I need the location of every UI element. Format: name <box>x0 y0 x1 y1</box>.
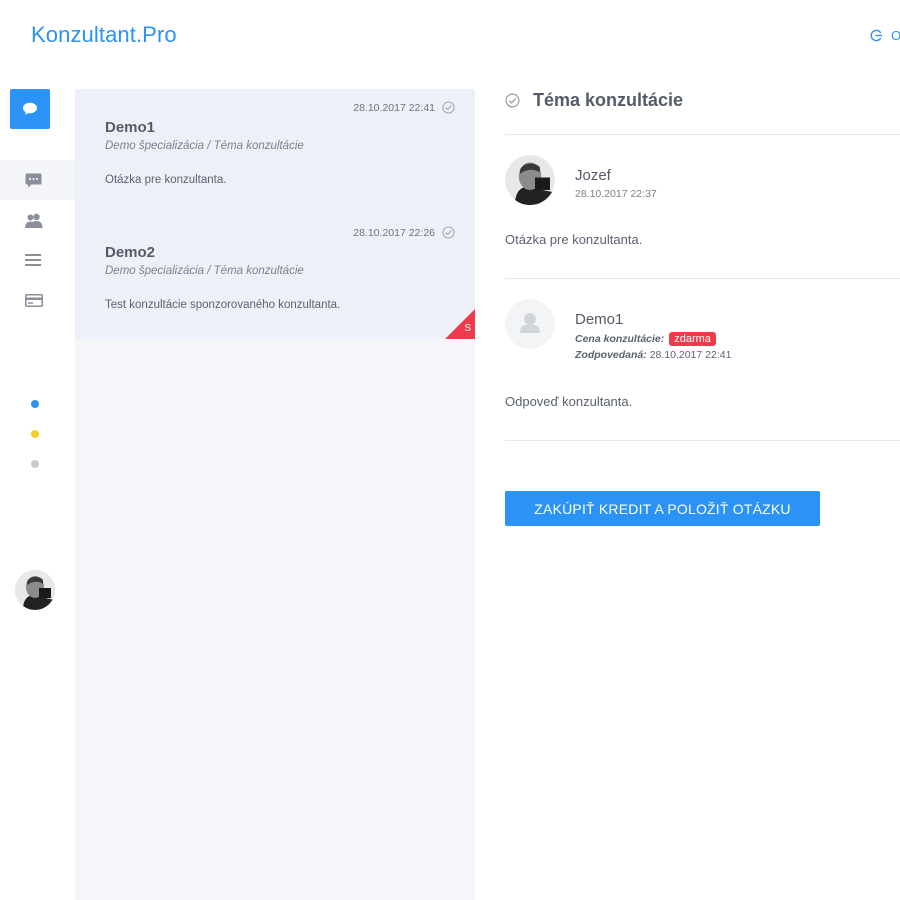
check-circle-icon <box>442 226 455 239</box>
conversation-title: Demo1 <box>105 119 156 136</box>
buy-credit-ask-button[interactable]: ZAKÚPIŤ KREDIT A POLOŽIŤ OTÁZKU <box>505 491 820 526</box>
logout-button[interactable]: Odhlásiť <box>870 27 900 43</box>
status-dot-blue <box>31 400 39 408</box>
author-photo-icon <box>505 155 555 205</box>
brand-logo[interactable]: Konzultant.Pro <box>31 22 177 48</box>
conversation-datetime: 28.10.2017 22:41 <box>353 102 435 114</box>
menu-list-icon <box>25 254 41 266</box>
topic-title: Téma konzultácie <box>533 90 684 110</box>
answered-datetime: 28.10.2017 22:41 <box>649 349 732 361</box>
divider <box>505 134 900 135</box>
new-chat-button[interactable] <box>10 89 50 129</box>
conversation-item-demo2[interactable]: 28.10.2017 22:26 Demo2 Demo špecializáci… <box>75 214 475 339</box>
conversation-title: Demo2 <box>105 244 156 261</box>
status-dot-gray <box>31 460 39 468</box>
conversation-subtitle: Demo špecializácia / Téma konzultácie <box>105 265 304 277</box>
conversation-item-demo1[interactable]: 28.10.2017 22:41 Demo1 Demo špecializáci… <box>75 89 475 214</box>
conversation-excerpt: Test konzultácie sponzorovaného konzulta… <box>105 299 341 311</box>
price-badge: zdarma <box>669 332 716 346</box>
answer-price-row: Cena konzultácie: zdarma <box>575 332 716 346</box>
logout-icon <box>870 29 883 41</box>
conversation-list: 28.10.2017 22:41 Demo1 Demo špecializáci… <box>75 89 475 900</box>
check-circle-icon <box>442 101 455 114</box>
divider <box>505 440 900 441</box>
question-text: Otázka pre konzultanta. <box>505 232 643 247</box>
answer-author-avatar <box>505 299 555 349</box>
logout-label: Odhlásiť <box>891 27 900 43</box>
conversation-subtitle: Demo špecializácia / Téma konzultácie <box>105 140 304 152</box>
sidebar-item-menu[interactable] <box>0 240 75 280</box>
credit-card-icon <box>25 293 43 307</box>
conversation-datetime: 28.10.2017 22:26 <box>353 227 435 239</box>
answer-author-name: Demo1 <box>575 311 624 328</box>
users-icon <box>25 213 43 228</box>
user-photo-icon <box>15 570 55 610</box>
question-author-avatar <box>505 155 555 205</box>
conversation-detail: Téma konzultácie Jozef 28.10.2017 22:37 … <box>475 70 900 900</box>
price-label: Cena konzultácie: <box>575 333 665 345</box>
answered-label: Zodpovedaná: <box>575 349 647 361</box>
sidebar-item-payments[interactable] <box>0 280 75 320</box>
sidebar <box>0 70 75 900</box>
question-datetime: 28.10.2017 22:37 <box>575 188 657 200</box>
status-dot-yellow <box>31 430 39 438</box>
message-icon <box>25 173 42 187</box>
app-page: Konzultant.Pro Odhlásiť <box>0 0 900 900</box>
check-circle-icon <box>505 93 520 108</box>
sidebar-item-consultants[interactable] <box>0 200 75 240</box>
conversation-excerpt: Otázka pre konzultanta. <box>105 174 227 186</box>
topic-header: Téma konzultácie <box>505 90 683 111</box>
answer-text: Odpoveď konzultanta. <box>505 394 633 409</box>
user-placeholder-icon <box>520 313 540 333</box>
sidebar-item-consultations[interactable] <box>0 160 75 200</box>
divider <box>505 278 900 279</box>
chat-bubble-icon <box>23 102 37 115</box>
user-avatar[interactable] <box>15 570 55 610</box>
sponsored-corner-label: S <box>464 323 471 334</box>
question-author-name: Jozef <box>575 167 611 184</box>
answer-answered-row: Zodpovedaná: 28.10.2017 22:41 <box>575 349 731 361</box>
